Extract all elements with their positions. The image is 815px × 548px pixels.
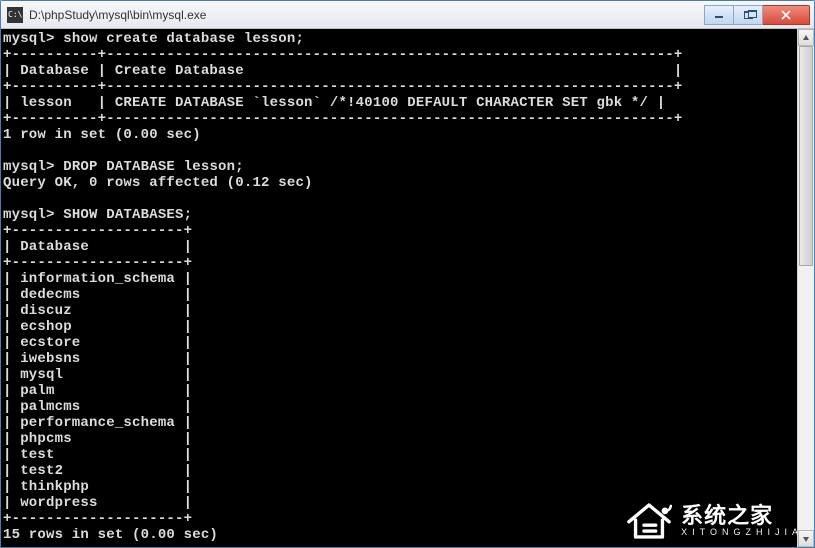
table-row: | mysql | [3, 367, 192, 383]
table-border: +--------------------+ [3, 255, 192, 271]
table-row: | dedecms | [3, 287, 192, 303]
table-border: +----------+----------------------------… [3, 111, 683, 127]
table-row: | palm | [3, 383, 192, 399]
prompt: mysql> [3, 31, 55, 47]
maximize-button[interactable] [733, 5, 763, 25]
scrollbar-thumb[interactable] [799, 46, 813, 266]
app-icon [7, 7, 23, 23]
cmd-drop-database: DROP DATABASE lesson; [63, 159, 244, 175]
table-row: | palmcms | [3, 399, 192, 415]
table-row: | test | [3, 447, 192, 463]
terminal-output[interactable]: mysql> show create database lesson; +---… [1, 29, 797, 547]
table-border: +----------+----------------------------… [3, 47, 683, 63]
prompt: mysql> [3, 207, 55, 223]
table-row: | performance_schema | [3, 415, 192, 431]
close-button[interactable] [762, 5, 810, 25]
table-row: | wordpress | [3, 495, 192, 511]
table-row: | test2 | [3, 463, 192, 479]
window-controls [705, 5, 810, 25]
cmd-show-databases: SHOW DATABASES; [63, 207, 192, 223]
table-row: | iwebsns | [3, 351, 192, 367]
window-title: D:\phpStudy\mysql\bin\mysql.exe [29, 8, 705, 22]
table-row: | information_schema | [3, 271, 192, 287]
table-row: | discuz | [3, 303, 192, 319]
table-row: | phpcms | [3, 431, 192, 447]
cmd-show-create: show create database lesson; [63, 31, 304, 47]
minimize-button[interactable] [704, 5, 734, 25]
vertical-scrollbar[interactable] [797, 29, 814, 547]
table-header: | Database | [3, 239, 192, 255]
prompt: mysql> [3, 159, 55, 175]
table-row: | ecshop | [3, 319, 192, 335]
titlebar[interactable]: D:\phpStudy\mysql\bin\mysql.exe [1, 1, 814, 29]
table-border: +--------------------+ [3, 223, 192, 239]
table-row: | ecstore | [3, 335, 192, 351]
table-border: +----------+----------------------------… [3, 79, 683, 95]
table-row: | lesson | CREATE DATABASE `lesson` /*!4… [3, 95, 665, 111]
table-border: +--------------------+ [3, 511, 192, 527]
scroll-down-button[interactable] [798, 530, 814, 547]
result-text: Query OK, 0 rows affected (0.12 sec) [3, 175, 313, 191]
table-header: | Database | Create Database | [3, 63, 683, 79]
table-row: | thinkphp | [3, 479, 192, 495]
result-text: 1 row in set (0.00 sec) [3, 127, 201, 143]
scrollbar-track[interactable] [798, 46, 814, 530]
client-area: mysql> show create database lesson; +---… [1, 29, 814, 547]
app-window: D:\phpStudy\mysql\bin\mysql.exe mysql> s… [0, 0, 815, 548]
scroll-up-button[interactable] [798, 29, 814, 46]
result-text: 15 rows in set (0.00 sec) [3, 527, 218, 543]
